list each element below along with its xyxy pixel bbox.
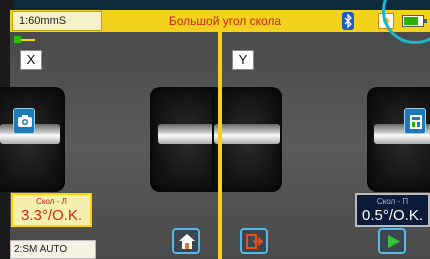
axis-y-label: Y bbox=[232, 50, 254, 70]
bezel-top bbox=[0, 0, 430, 10]
cleave-right-label: Скол - П bbox=[376, 197, 409, 206]
fiber-holder-icon bbox=[410, 115, 422, 129]
camera-button[interactable] bbox=[13, 108, 35, 134]
exit-button[interactable] bbox=[240, 228, 268, 254]
home-icon bbox=[179, 234, 195, 249]
status-title: Большой угол скола bbox=[168, 14, 282, 28]
cleave-left-label: Скол - Л bbox=[36, 197, 67, 206]
splice-mode-label[interactable]: 2:SM AUTO bbox=[10, 240, 96, 259]
cleave-right-value: 0.5°/O.K. bbox=[361, 207, 424, 224]
speed-readout[interactable]: 1:60mmS bbox=[12, 11, 102, 31]
status-bar: 1:60mmS Большой угол скола bbox=[10, 10, 430, 32]
cleave-right-box: Скол - П 0.5°/O.K. bbox=[355, 193, 430, 227]
fiber-left-y bbox=[214, 124, 280, 144]
home-button[interactable] bbox=[172, 228, 200, 254]
cleave-left-box: Скол - Л 3.3°/O.K. bbox=[11, 193, 92, 227]
exit-icon bbox=[246, 234, 264, 249]
camera-icon bbox=[18, 115, 32, 127]
bluetooth-icon[interactable] bbox=[342, 12, 354, 30]
start-button[interactable] bbox=[378, 228, 406, 254]
fiber-holder-button[interactable] bbox=[404, 108, 426, 134]
cleave-left-value: 3.3°/O.K. bbox=[20, 207, 83, 224]
motor-indicator bbox=[14, 36, 36, 44]
play-icon bbox=[388, 235, 400, 248]
pane-divider bbox=[218, 32, 222, 259]
splicer-screen: 1:60mmS Большой угол скола X Y Скол - Л … bbox=[0, 0, 430, 259]
axis-x-label: X bbox=[20, 50, 42, 70]
fiber-right-x bbox=[158, 124, 218, 144]
